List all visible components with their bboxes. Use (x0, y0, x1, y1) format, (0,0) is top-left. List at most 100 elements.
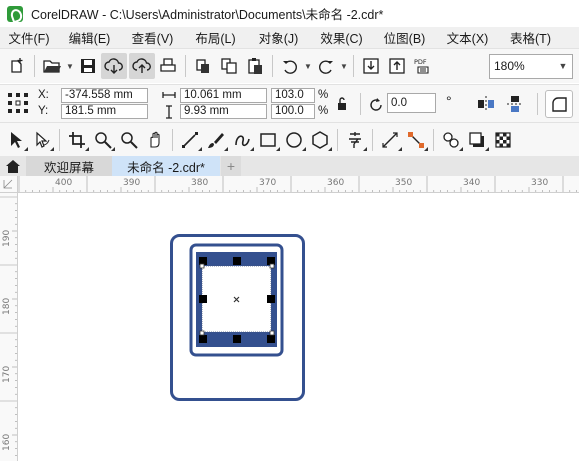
redo-icon (319, 60, 333, 74)
redo-dropdown-arrow[interactable]: ▼ (339, 62, 349, 71)
x-label: X: (38, 89, 49, 101)
scale-height-input[interactable]: 100.0 (271, 104, 315, 119)
vertical-ruler-ticks: 190 180 170 160 (0, 196, 17, 456)
menu-file[interactable]: 文件(F) (0, 28, 58, 47)
ruler-label: 180 (2, 298, 12, 315)
pick-tool[interactable] (3, 127, 29, 153)
horizontal-ruler[interactable]: 400 390 380 370 360 350 340 330 (18, 176, 579, 193)
y-label: Y: (38, 105, 49, 117)
menu-table[interactable]: 表格(T) (499, 28, 562, 47)
cut-button[interactable] (190, 53, 216, 79)
save-button[interactable] (75, 53, 101, 79)
crop-tool[interactable] (64, 127, 90, 153)
ruler-origin[interactable] (0, 176, 18, 193)
open-folder-icon (43, 60, 61, 73)
transparency-tool[interactable] (490, 127, 516, 153)
zoom-level-value[interactable]: 180% (490, 59, 554, 73)
ellipse-tool[interactable] (281, 127, 307, 153)
zoom-out-tool[interactable] (116, 127, 142, 153)
rotation-angle-input[interactable]: 0.0 (387, 93, 436, 113)
mirror-vertical-icon[interactable] (505, 94, 525, 114)
menu-edit[interactable]: 编辑(E) (58, 28, 121, 47)
add-tab-button[interactable]: + (221, 156, 241, 176)
toolbar-separator (372, 128, 373, 151)
scale-width-input[interactable]: 103.0 (271, 88, 315, 103)
new-document-button[interactable] (4, 53, 30, 79)
horizontal-ruler-ticks: 400 390 380 370 360 350 340 330 (18, 176, 577, 192)
document-tab-bar: 欢迎屏幕 未命名 -2.cdr* + (0, 156, 579, 176)
drawing-canvas[interactable] (19, 194, 579, 461)
mirror-horizontal-icon[interactable] (476, 94, 496, 114)
import-icon (363, 58, 379, 74)
menu-object[interactable]: 对象(J) (247, 28, 310, 47)
home-tab[interactable] (0, 156, 26, 176)
open-button[interactable] (39, 53, 65, 79)
tab-welcome-screen[interactable]: 欢迎屏幕 (26, 156, 112, 176)
height-icon (166, 105, 172, 119)
cloud-download-button[interactable] (101, 53, 127, 79)
height-input[interactable]: 9.93 mm (180, 104, 267, 119)
undo-button[interactable] (277, 53, 303, 79)
freehand-tool[interactable] (177, 127, 203, 153)
crop-icon (69, 131, 85, 148)
zoom-level-combo[interactable]: 180% ▼ (489, 53, 573, 79)
window-title: CorelDRAW - C:\Users\Administrator\Docum… (31, 8, 384, 22)
standard-toolbar: ▼ ▼ ▼ PDF 180% ▼ (0, 48, 579, 83)
pdf-icon: PDF (414, 58, 429, 74)
redo-button[interactable] (313, 53, 339, 79)
text-character-icon (349, 131, 361, 148)
toolbar-separator (34, 55, 35, 77)
vertical-ruler[interactable]: 190 180 170 160 (0, 193, 18, 461)
search-icon (121, 131, 138, 149)
cloud-upload-button[interactable] (129, 53, 155, 79)
drop-shadow-tool[interactable] (464, 127, 490, 153)
corner-shape-button[interactable] (545, 90, 573, 118)
menu-layout[interactable]: 布局(L) (184, 28, 247, 47)
drop-shadow-icon (469, 131, 484, 147)
connector-tool[interactable] (403, 127, 429, 153)
freehand-pen-icon (182, 131, 198, 148)
menu-effects[interactable]: 效果(C) (310, 28, 373, 47)
polygon-tool[interactable] (307, 127, 333, 153)
publish-pdf-button[interactable]: PDF (410, 53, 436, 79)
text-tool[interactable] (342, 127, 368, 153)
undo-dropdown-arrow[interactable]: ▼ (303, 62, 313, 71)
toolbar-separator (537, 93, 538, 115)
copy-button[interactable] (216, 53, 242, 79)
zoom-tool[interactable] (90, 127, 116, 153)
home-icon (6, 160, 20, 173)
y-position-input[interactable]: 181.5 mm (61, 104, 148, 119)
pen-tool[interactable] (229, 127, 255, 153)
shape-tool[interactable] (29, 127, 55, 153)
percent-label: % (318, 89, 329, 101)
open-dropdown-arrow[interactable]: ▼ (65, 62, 75, 71)
ruler-label: 360 (327, 178, 344, 188)
tab-document[interactable]: 未命名 -2.cdr* (112, 156, 220, 176)
width-input[interactable]: 10.061 mm (180, 88, 267, 103)
paste-button[interactable] (242, 53, 268, 79)
blend-tool[interactable] (438, 127, 464, 153)
toolbar-separator (353, 55, 354, 77)
menu-view[interactable]: 查看(V) (121, 28, 184, 47)
import-button[interactable] (358, 53, 384, 79)
undo-icon (283, 60, 297, 74)
x-position-input[interactable]: -374.558 mm (61, 88, 148, 103)
cloud-download-icon (104, 58, 123, 74)
ruler-label: 340 (463, 178, 480, 188)
pan-tool[interactable] (142, 127, 168, 153)
dimension-line-icon (382, 131, 398, 148)
print-button[interactable] (155, 53, 181, 79)
artistic-media-tool[interactable] (203, 127, 229, 153)
ruler-label: 380 (191, 178, 208, 188)
clipboard-icon (248, 58, 262, 74)
lock-ratio-icon[interactable] (336, 97, 348, 111)
export-button[interactable] (384, 53, 410, 79)
dimension-tool[interactable] (377, 127, 403, 153)
chevron-down-icon[interactable]: ▼ (554, 61, 572, 71)
width-icon (162, 92, 176, 98)
menu-bar: 文件(F) 编辑(E) 查看(V) 布局(L) 对象(J) 效果(C) 位图(B… (0, 27, 579, 48)
menu-text[interactable]: 文本(X) (436, 28, 499, 47)
rectangle-tool[interactable] (255, 127, 281, 153)
menu-bitmaps[interactable]: 位图(B) (373, 28, 436, 47)
object-origin-icon[interactable] (6, 91, 30, 115)
